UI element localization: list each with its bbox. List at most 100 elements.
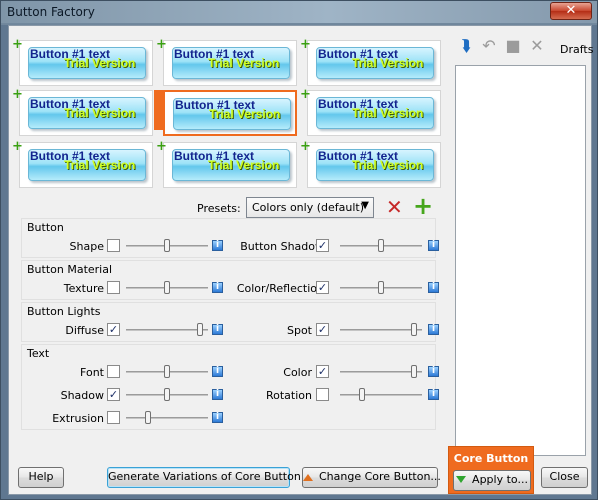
info-icon[interactable]: i <box>428 389 439 400</box>
preview-watermark: Trial Version <box>352 158 424 172</box>
font-label: Font <box>80 366 104 379</box>
preview-2[interactable]: Button #1 text Trial Version <box>163 40 297 86</box>
group-lights: Button Lights Diffuse ✓ i Spot ✓ i <box>21 302 439 342</box>
color-slider[interactable] <box>340 365 422 379</box>
help-button[interactable]: Help <box>18 467 64 488</box>
spot-slider[interactable] <box>340 323 422 337</box>
spot-checkbox[interactable]: ✓ <box>316 323 329 336</box>
triangle-down-icon <box>456 476 467 483</box>
color-reflection-label: Color/Reflection <box>236 282 324 295</box>
presets-selected-value: Colors only (default) <box>252 201 364 214</box>
preview-6[interactable]: Button #1 text Trial Version <box>307 90 441 136</box>
add-preview-icon[interactable]: + <box>12 140 23 153</box>
diffuse-slider[interactable] <box>126 323 208 337</box>
shape-label: Shape <box>69 240 104 253</box>
preview-3[interactable]: Button #1 text Trial Version <box>307 40 441 86</box>
close-button[interactable]: Close <box>541 467 588 488</box>
diffuse-label: Diffuse <box>65 324 104 337</box>
rotation-slider[interactable] <box>340 388 422 402</box>
group-button: Button Shape i Button Shadow ✓ i <box>21 218 439 258</box>
button-shadow-label: Button Shadow <box>240 240 324 253</box>
shadow-slider[interactable] <box>126 388 208 402</box>
button-shadow-checkbox[interactable]: ✓ <box>316 239 329 252</box>
texture-slider[interactable] <box>126 281 208 295</box>
group-button-title: Button <box>27 221 64 234</box>
download-icon[interactable]: ⮯ <box>458 38 474 54</box>
shadow-checkbox[interactable]: ✓ <box>107 388 120 401</box>
texture-label: Texture <box>63 282 104 295</box>
preview-watermark: Trial Version <box>352 56 424 70</box>
preview-watermark: Trial Version <box>209 107 281 121</box>
add-preset-icon[interactable]: + <box>413 194 433 218</box>
window-close-button[interactable]: ✕ <box>550 2 592 20</box>
preview-1[interactable]: Button #1 text Trial Version <box>19 40 153 86</box>
info-icon[interactable]: i <box>428 366 439 377</box>
apply-to-button[interactable]: Apply to... <box>453 470 531 491</box>
extrusion-checkbox[interactable] <box>107 411 120 424</box>
add-preview-icon[interactable]: + <box>300 38 311 51</box>
main-panel: Button #1 text Trial Version Button #1 t… <box>8 25 593 495</box>
preview-watermark: Trial Version <box>352 106 424 120</box>
extrusion-label: Extrusion <box>52 412 104 425</box>
core-button-panel: Core Button Apply to... <box>448 446 534 494</box>
info-icon[interactable]: i <box>212 412 223 423</box>
shape-slider[interactable] <box>126 239 208 253</box>
preview-watermark: Trial Version <box>64 158 136 172</box>
preview-8[interactable]: Button #1 text Trial Version <box>163 142 297 188</box>
button-shadow-slider[interactable] <box>340 239 422 253</box>
info-icon[interactable]: i <box>212 389 223 400</box>
info-icon[interactable]: i <box>212 324 223 335</box>
window-title: Button Factory <box>7 5 95 19</box>
drafts-list[interactable] <box>455 65 586 456</box>
preview-5-selected[interactable]: Button #1 text Trial Version <box>163 90 297 136</box>
undo-icon[interactable]: ↶ <box>481 38 497 54</box>
change-core-button[interactable]: Change Core Button... <box>302 467 441 488</box>
add-preview-icon[interactable]: + <box>12 38 23 51</box>
shadow-label: Shadow <box>60 389 104 402</box>
color-label: Color <box>283 366 312 379</box>
preview-watermark: Trial Version <box>208 56 280 70</box>
color-reflection-checkbox[interactable]: ✓ <box>316 281 329 294</box>
generate-variations-button[interactable]: Generate Variations of Core Button <box>107 467 301 488</box>
texture-checkbox[interactable] <box>107 281 120 294</box>
delete-preset-icon[interactable]: ✕ <box>386 197 403 217</box>
info-icon[interactable]: i <box>212 366 223 377</box>
diffuse-checkbox[interactable]: ✓ <box>107 323 120 336</box>
delete-draft-icon[interactable]: ✕ <box>529 38 545 54</box>
info-icon[interactable]: i <box>428 282 439 293</box>
color-reflection-slider[interactable] <box>340 281 422 295</box>
add-preview-icon[interactable]: + <box>300 88 311 101</box>
shape-checkbox[interactable] <box>107 239 120 252</box>
info-icon[interactable]: i <box>428 324 439 335</box>
app-window: Button Factory ✕ Button #1 text Trial Ve… <box>0 0 598 500</box>
presets-select[interactable]: Colors only (default) ▼ <box>246 197 374 218</box>
presets-label: Presets: <box>197 202 241 215</box>
spot-label: Spot <box>286 324 312 337</box>
font-checkbox[interactable] <box>107 365 120 378</box>
preview-watermark: Trial Version <box>64 56 136 70</box>
preview-4[interactable]: Button #1 text Trial Version <box>19 90 153 136</box>
group-material: Button Material Texture i Color/Reflecti… <box>21 260 439 300</box>
preview-watermark: Trial Version <box>208 158 280 172</box>
add-preview-icon[interactable]: + <box>12 88 23 101</box>
preview-9[interactable]: Button #1 text Trial Version <box>307 142 441 188</box>
info-icon[interactable]: i <box>428 240 439 251</box>
apply-to-label: Apply to... <box>472 473 528 486</box>
add-preview-icon[interactable]: + <box>300 140 311 153</box>
preview-7[interactable]: Button #1 text Trial Version <box>19 142 153 188</box>
triangle-up-icon <box>303 474 313 481</box>
save-icon[interactable]: ■ <box>505 38 521 54</box>
chevron-down-icon: ▼ <box>361 200 369 211</box>
preview-watermark: Trial Version <box>64 106 136 120</box>
rotation-checkbox[interactable] <box>316 388 329 401</box>
title-bar: Button Factory ✕ <box>1 1 597 23</box>
color-checkbox[interactable]: ✓ <box>316 365 329 378</box>
font-slider[interactable] <box>126 365 208 379</box>
group-material-title: Button Material <box>27 263 113 276</box>
group-lights-title: Button Lights <box>27 305 101 318</box>
add-preview-icon[interactable]: + <box>156 38 167 51</box>
add-preview-icon[interactable]: + <box>156 140 167 153</box>
info-icon[interactable]: i <box>212 240 223 251</box>
extrusion-slider[interactable] <box>126 411 208 425</box>
core-button-title: Core Button <box>453 452 529 465</box>
